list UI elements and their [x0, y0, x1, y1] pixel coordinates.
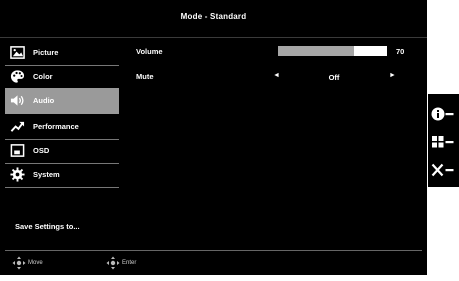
footer-divider [5, 250, 422, 251]
gear-icon [9, 167, 25, 183]
mute-right-arrow[interactable]: ► [389, 72, 396, 79]
sidebar-item-label: Audio [33, 96, 55, 105]
speaker-icon [9, 93, 25, 109]
sidebar-item-label: Color [33, 72, 53, 81]
palette-icon [9, 69, 25, 85]
dpad-move-icon [12, 256, 26, 270]
mute-value: Off [328, 73, 340, 82]
sidebar-item-osd[interactable]: OSD [5, 138, 119, 164]
enter-hint: Enter [106, 256, 136, 270]
mode-title: Mode - Standard [180, 12, 247, 21]
volume-value: 70 [396, 47, 405, 56]
picture-icon [9, 45, 25, 61]
sidebar-item-system[interactable]: System [5, 162, 119, 188]
hotkey-panel [428, 94, 459, 187]
enter-hint-label: Enter [122, 260, 137, 266]
save-settings-button[interactable]: Save Settings to... [15, 222, 80, 231]
info-icon [431, 107, 454, 121]
close-icon [431, 163, 454, 177]
title-bar: Mode - Standard [0, 0, 427, 38]
info-key[interactable] [430, 104, 456, 124]
move-hint: Move [12, 256, 43, 270]
dpad-enter-icon [106, 256, 120, 270]
move-hint-label: Move [28, 260, 43, 266]
sidebar-item-label: Performance [33, 122, 79, 131]
mute-label: Mute [136, 72, 154, 81]
mute-left-arrow[interactable]: ◄ [273, 72, 280, 79]
menu-key[interactable] [430, 132, 456, 152]
close-key[interactable] [430, 160, 456, 180]
sidebar-item-label: System [33, 170, 60, 179]
sidebar-item-performance[interactable]: Performance [5, 114, 119, 140]
sidebar-item-audio[interactable]: Audio [5, 88, 119, 114]
sidebar-item-color[interactable]: Color [5, 64, 119, 90]
volume-slider-fill [278, 46, 355, 56]
sidebar-item-label: OSD [33, 146, 50, 155]
sidebar: Picture Color Audio Performance OSD Syst… [5, 37, 121, 197]
osd-window-icon [9, 143, 25, 159]
sidebar-item-picture[interactable]: Picture [5, 40, 119, 66]
volume-label: Volume [136, 47, 163, 56]
osd-menu: Mode - Standard Picture Color Audio Perf… [0, 0, 427, 275]
sidebar-item-label: Picture [33, 48, 59, 57]
volume-slider[interactable] [278, 46, 387, 56]
grid-menu-icon [432, 136, 454, 148]
performance-arrow-icon [9, 119, 25, 135]
